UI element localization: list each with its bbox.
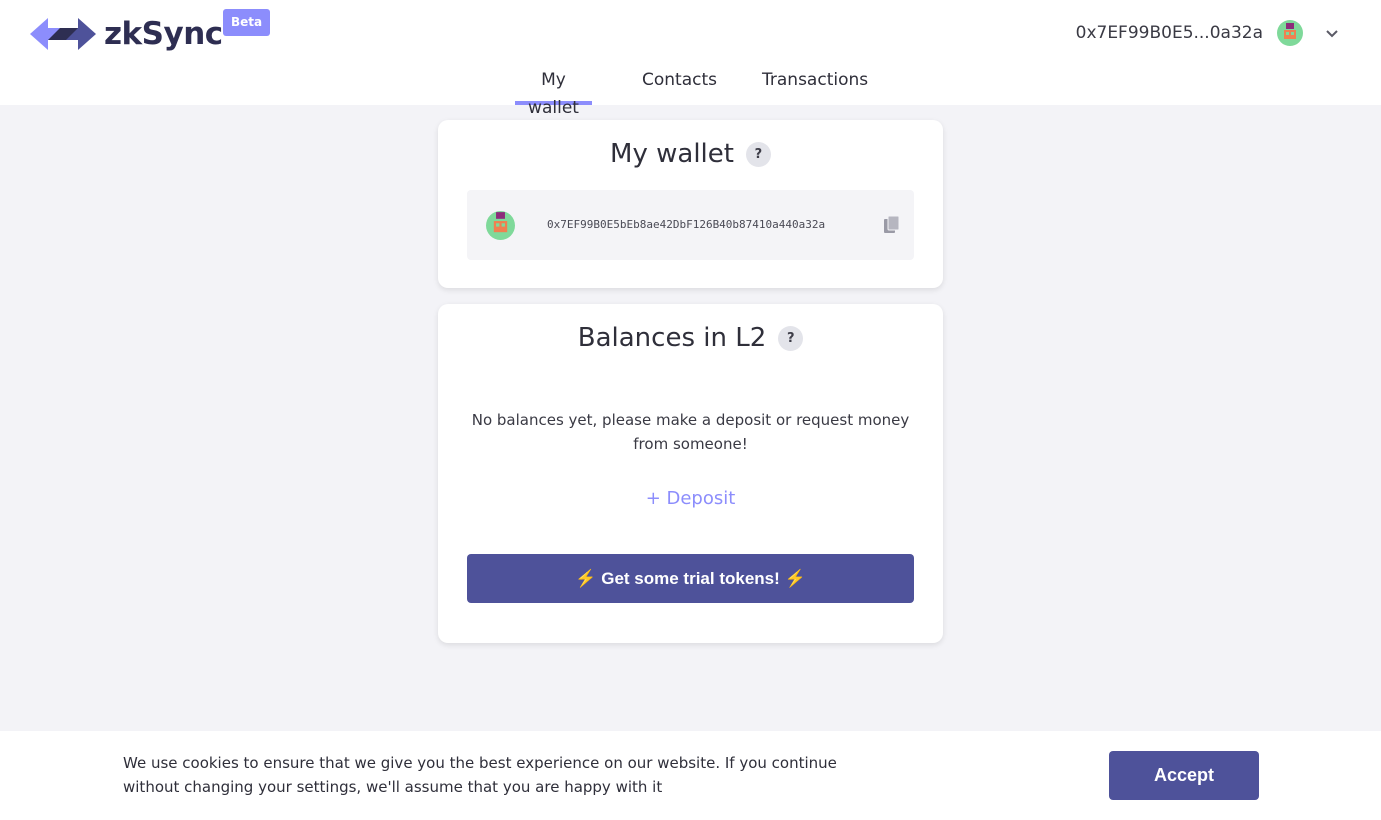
beta-badge: Beta — [223, 9, 270, 36]
address-box: 0x7EF99B0E5bEb8ae42DbF126B40b87410a440a3… — [467, 190, 914, 260]
wallet-title: My wallet — [610, 139, 734, 169]
account-address: 0x7EF99B0E5...0a32a — [1075, 23, 1263, 43]
zksync-logo-icon — [30, 18, 96, 50]
wallet-card: My wallet ? 0x7EF99B0E5bEb8ae42DbF126B40… — [438, 120, 943, 288]
copy-icon[interactable] — [884, 216, 900, 234]
lightning-icon: ⚡ — [575, 569, 597, 588]
wallet-address: 0x7EF99B0E5bEb8ae42DbF126B40b87410a440a3… — [547, 218, 826, 231]
deposit-link[interactable]: + Deposit — [438, 488, 943, 509]
lightning-icon: ⚡ — [784, 569, 806, 588]
balances-title-row: Balances in L2 ? — [438, 323, 943, 353]
tab-contacts[interactable]: Contacts — [642, 66, 717, 105]
balances-card: Balances in L2 ? No balances yet, please… — [438, 304, 943, 643]
wallet-title-row: My wallet ? — [438, 139, 943, 169]
help-icon[interactable]: ? — [745, 141, 771, 167]
avatar — [486, 211, 515, 240]
cookie-banner: We use cookies to ensure that we give yo… — [0, 731, 1381, 820]
main-nav: My wallet Contacts Transactions — [0, 66, 1381, 118]
trial-tokens-label: Get some trial tokens! — [601, 569, 780, 588]
help-icon[interactable]: ? — [778, 325, 804, 351]
empty-balances-message: No balances yet, please make a deposit o… — [471, 411, 910, 453]
account-menu[interactable]: 0x7EF99B0E5...0a32a — [1076, 18, 1341, 48]
balances-title: Balances in L2 — [577, 323, 767, 353]
chevron-down-icon[interactable] — [1323, 24, 1341, 42]
brand-name: zkSync — [104, 16, 223, 52]
trial-tokens-button[interactable]: ⚡ Get some trial tokens! ⚡ — [467, 554, 914, 603]
cookie-message: We use cookies to ensure that we give yo… — [123, 754, 837, 796]
accept-cookies-button[interactable]: Accept — [1109, 751, 1259, 800]
avatar — [1277, 20, 1303, 46]
tab-transactions[interactable]: Transactions — [762, 66, 868, 105]
top-header: zkSync Beta 0x7EF99B0E5...0a32a My walle… — [0, 0, 1381, 118]
tab-my-wallet[interactable]: My wallet — [515, 66, 592, 118]
brand-logo[interactable]: zkSync — [30, 14, 223, 54]
